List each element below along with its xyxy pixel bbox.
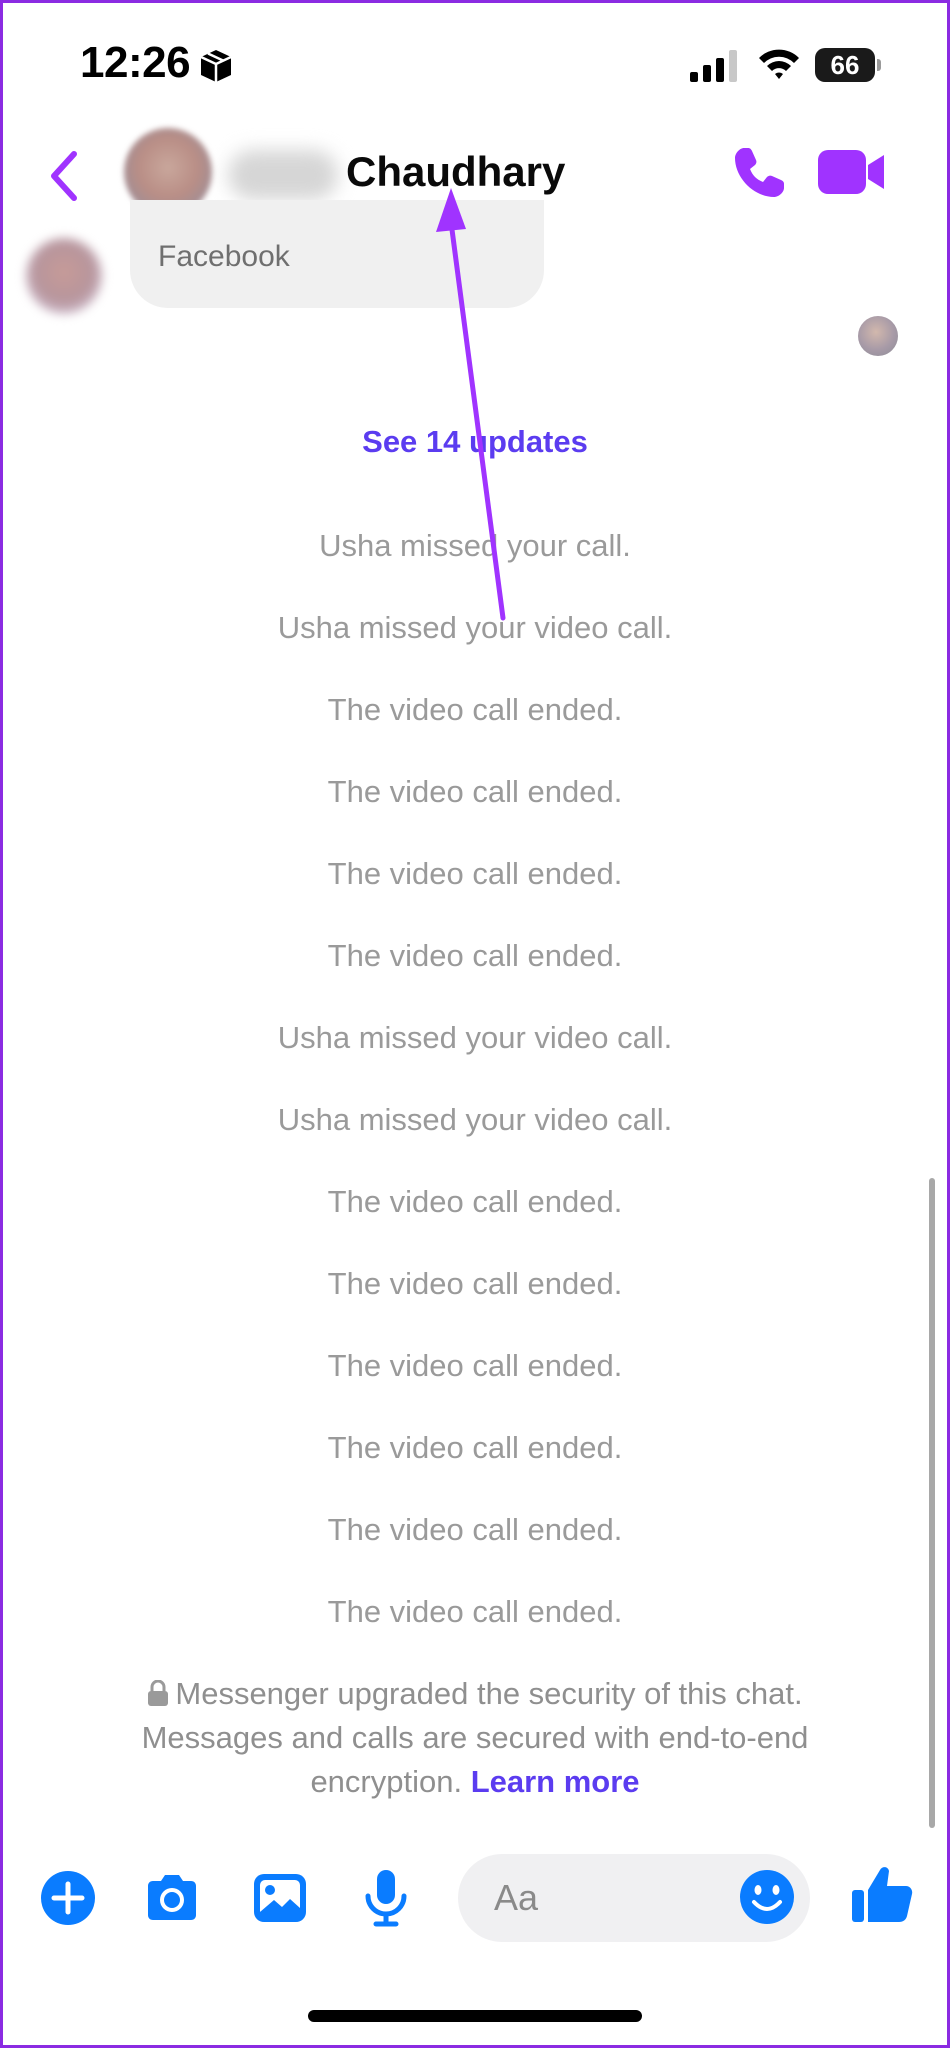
call-event: The video call ended. — [327, 1594, 623, 1629]
microphone-icon[interactable] — [356, 1868, 416, 1928]
emoji-icon[interactable] — [738, 1868, 796, 1926]
message-bubble-subtitle: Facebook — [158, 240, 290, 273]
encryption-notice-line-3: encryption. — [310, 1764, 463, 1799]
call-event: Usha missed your call. — [319, 528, 631, 563]
call-event: The video call ended. — [327, 856, 623, 891]
message-composer — [0, 1850, 950, 1950]
call-event: The video call ended. — [327, 1348, 623, 1383]
encryption-notice-line-2: Messages and calls are secured with end-… — [141, 1720, 809, 1755]
message-bubble[interactable]: Facebook — [130, 200, 544, 308]
battery-level: 66 — [830, 50, 860, 80]
call-event: The video call ended. — [327, 1430, 623, 1465]
blurred-name-segment — [228, 150, 338, 200]
call-event: Usha missed your video call. — [277, 610, 673, 645]
sender-avatar[interactable] — [26, 238, 102, 314]
call-event: The video call ended. — [327, 692, 623, 727]
encryption-notice: Messenger upgraded the security of this … — [80, 1672, 870, 1804]
camera-icon[interactable] — [142, 1868, 202, 1928]
contact-name[interactable]: Chaudhary — [346, 148, 565, 196]
encryption-notice-line-1: Messenger upgraded the security of this … — [175, 1676, 803, 1711]
call-event: The video call ended. — [327, 1512, 623, 1547]
home-indicator[interactable] — [308, 2010, 642, 2022]
call-event: Usha missed your video call. — [277, 1102, 673, 1137]
battery-icon: 66 — [815, 48, 881, 82]
status-bar: 12:26 66 — [0, 0, 950, 125]
box-icon — [200, 50, 232, 82]
phone-icon[interactable] — [730, 144, 788, 202]
call-event: The video call ended. — [327, 1266, 623, 1301]
read-receipt-avatar — [858, 316, 898, 356]
lock-icon — [148, 1680, 169, 1706]
learn-more-link[interactable]: Learn more — [471, 1764, 640, 1799]
status-time: 12:26 — [80, 38, 191, 87]
video-camera-icon[interactable] — [818, 148, 886, 196]
see-updates-link[interactable]: See 14 updates — [0, 424, 950, 460]
call-events-list: Usha missed your call. Usha missed your … — [0, 520, 950, 1668]
thumbs-up-icon[interactable] — [850, 1862, 914, 1926]
call-event: The video call ended. — [327, 1184, 623, 1219]
gallery-icon[interactable] — [250, 1868, 310, 1928]
plus-icon[interactable] — [38, 1868, 98, 1928]
call-event: Usha missed your video call. — [277, 1020, 673, 1055]
cellular-signal-icon — [690, 50, 737, 82]
call-event: The video call ended. — [327, 774, 623, 809]
chevron-left-icon[interactable] — [44, 146, 84, 206]
scrollbar[interactable] — [929, 1178, 935, 1828]
call-event: The video call ended. — [327, 938, 623, 973]
wifi-icon — [759, 49, 799, 79]
